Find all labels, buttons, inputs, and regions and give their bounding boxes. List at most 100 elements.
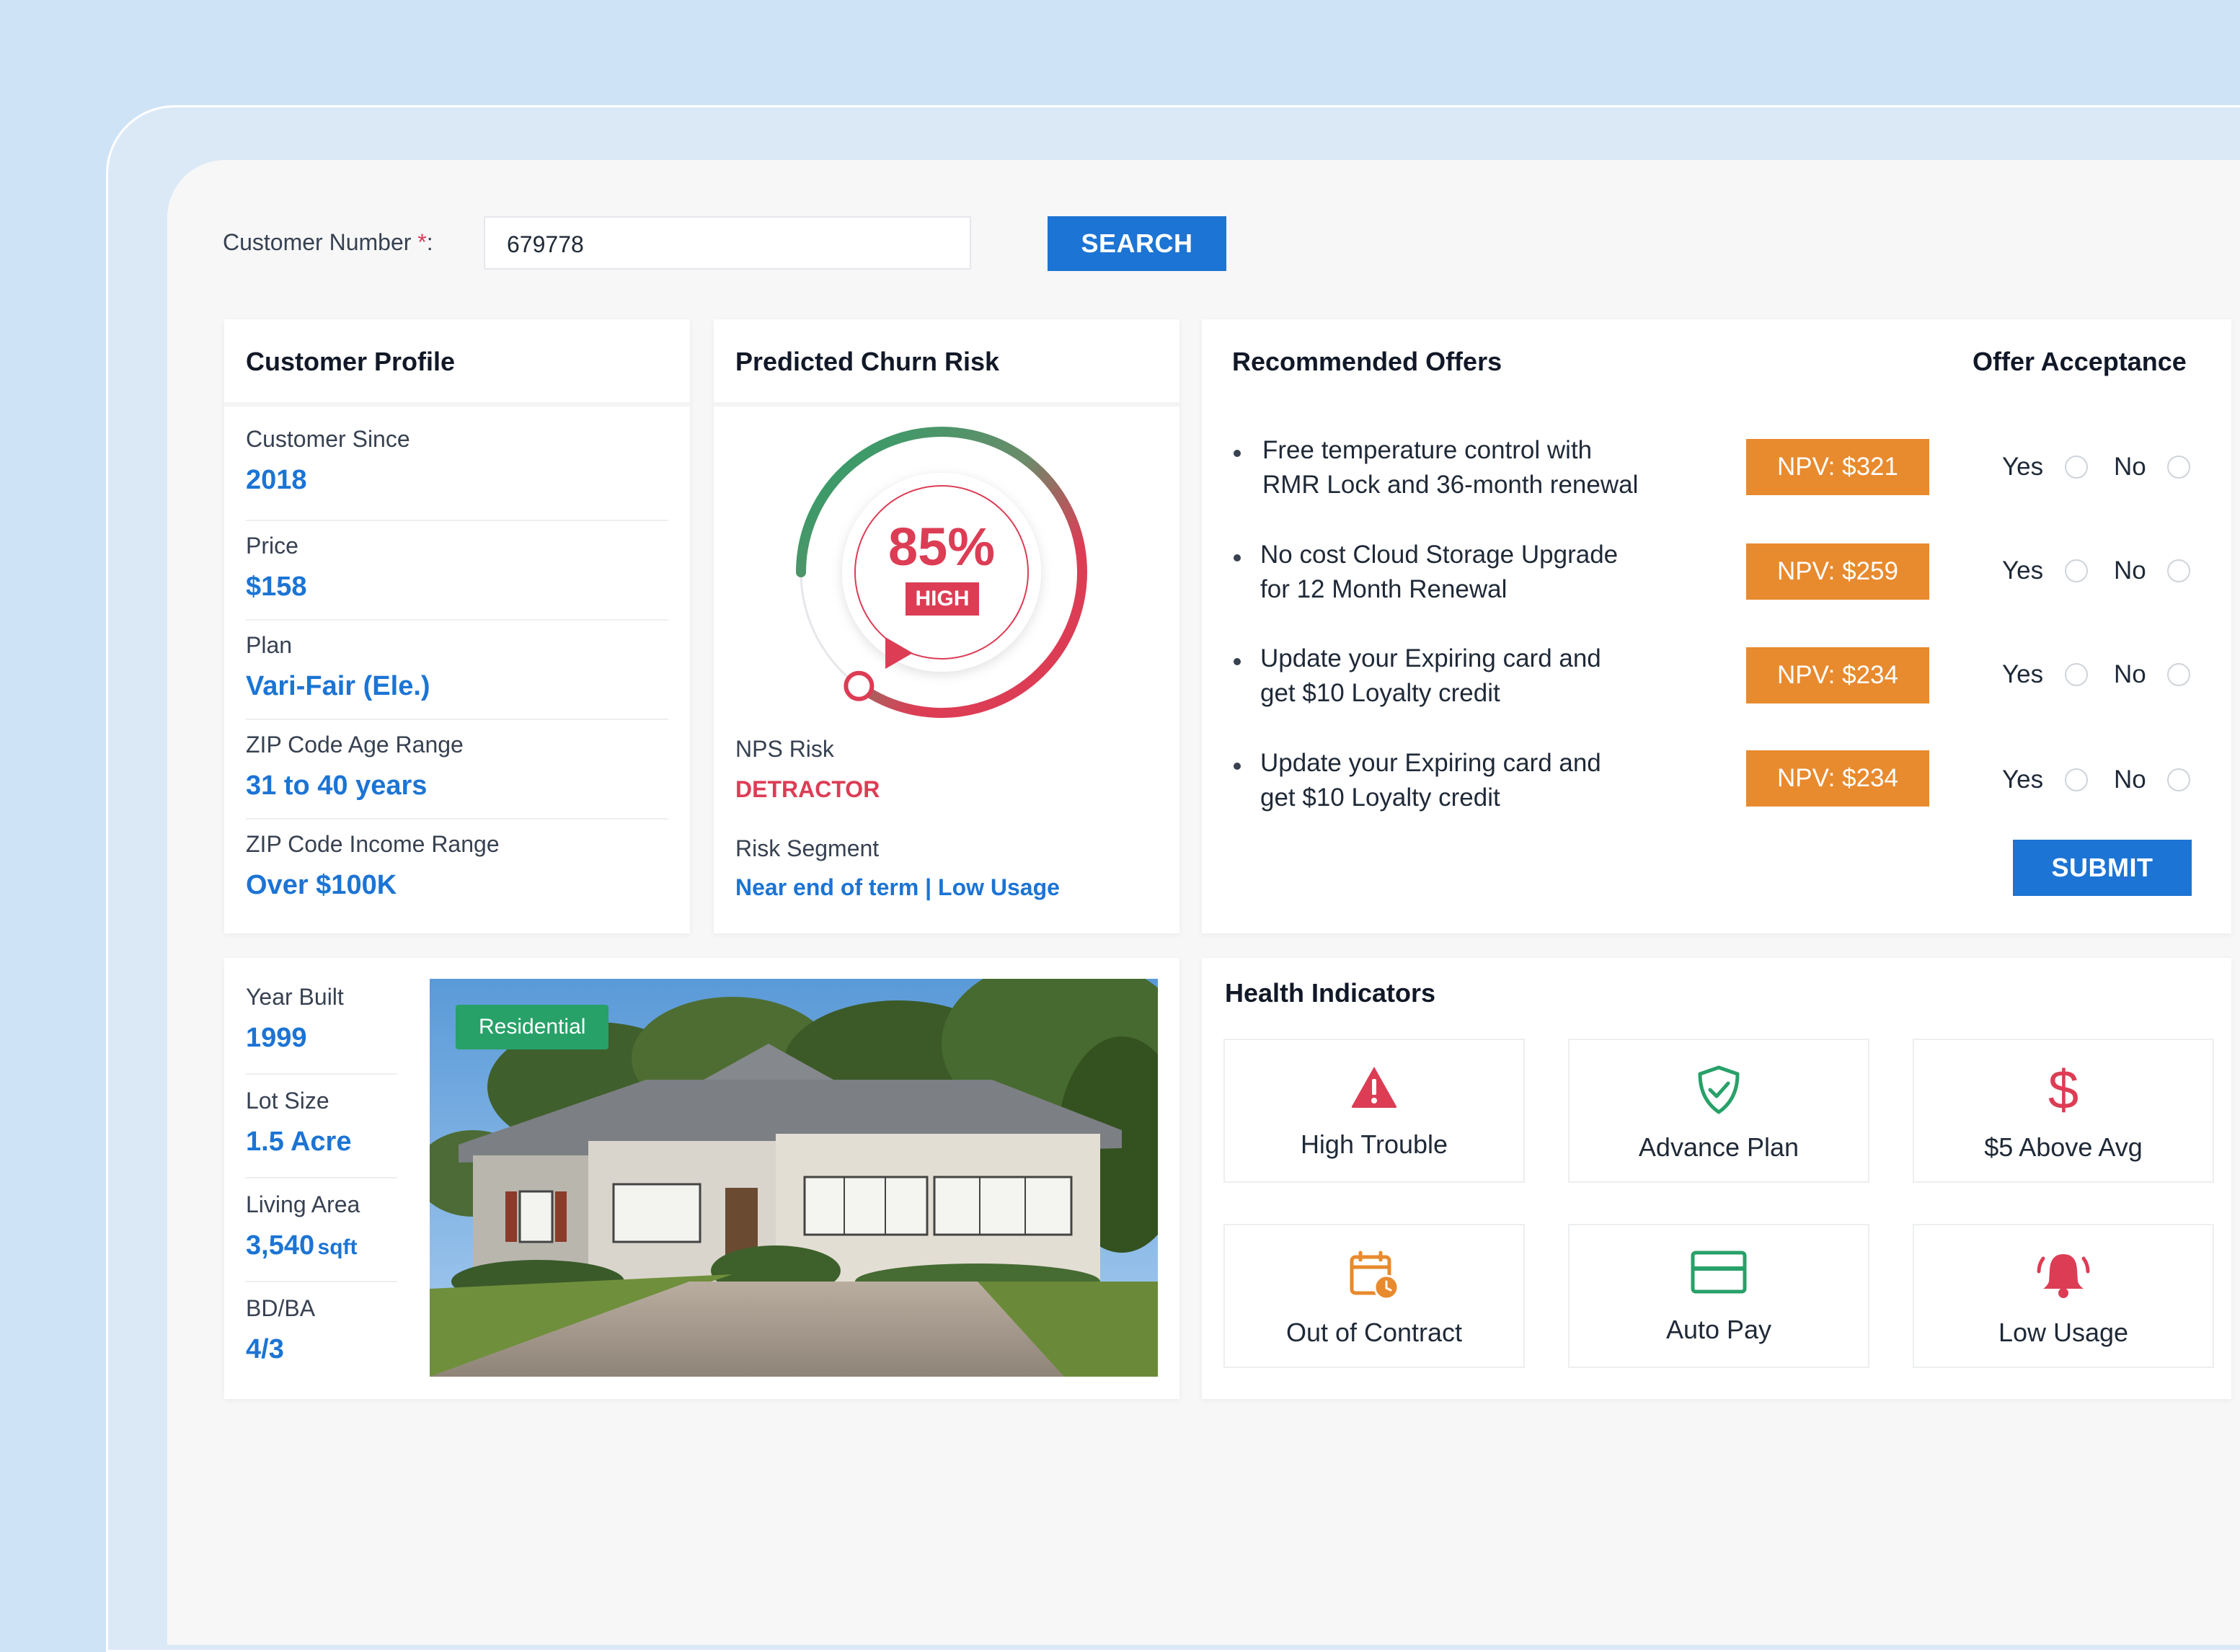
nps-risk-value: DETRACTOR — [735, 776, 880, 802]
offer-description: Free temperature control with RMR Lock a… — [1262, 436, 1639, 499]
offer-yes-radio[interactable] — [2065, 768, 2088, 791]
indicator-advance-plan: Advance Plan — [1568, 1039, 1869, 1183]
offer-no-radio[interactable] — [2167, 663, 2190, 686]
divider — [246, 1177, 397, 1178]
bullet — [1234, 554, 1241, 561]
house-photo: Residential — [430, 979, 1158, 1377]
divider — [246, 520, 668, 521]
health-indicators-card: Health Indicators High Trouble Advance P… — [1202, 958, 2231, 1399]
field-value: Over $100K — [246, 870, 397, 900]
required-mark: * — [417, 229, 427, 255]
offer-yes-radio[interactable] — [2065, 663, 2088, 686]
churn-risk-title: Predicted Churn Risk — [735, 347, 1000, 376]
field-label: ZIP Code Age Range — [246, 732, 464, 758]
title-divider — [714, 402, 1179, 407]
indicator-low-usage: Low Usage — [1913, 1224, 2214, 1368]
field-value: Vari-Fair (Ele.) — [246, 671, 430, 701]
residential-badge: Residential — [456, 1005, 609, 1049]
divider — [246, 818, 668, 820]
yes-label: Yes — [2002, 556, 2044, 585]
bullet — [1234, 450, 1241, 457]
indicator-above-avg: $ $5 Above Avg — [1913, 1039, 2214, 1183]
indicator-label: Low Usage — [1998, 1318, 2129, 1347]
property-card: Year Built 1999 Lot Size 1.5 Acre Living… — [224, 958, 1179, 1399]
no-label: No — [2114, 660, 2146, 688]
field-value: $158 — [246, 572, 307, 602]
calendar-clock-icon — [1350, 1251, 1399, 1300]
bell-icon — [2037, 1254, 2090, 1298]
risk-segment-value: Near end of term | Low Usage — [735, 874, 1060, 900]
nps-risk-label: NPS Risk — [735, 736, 834, 762]
no-label: No — [2114, 556, 2146, 585]
field-value: 1.5 Acre — [246, 1127, 352, 1157]
customer-profile-card: Customer Profile Customer Since 2018 Pri… — [224, 319, 690, 933]
field-label: ZIP Code Income Range — [246, 831, 500, 857]
indicator-label: Out of Contract — [1285, 1318, 1463, 1347]
offer-no-radio[interactable] — [2167, 768, 2190, 791]
yes-label: Yes — [2002, 765, 2044, 794]
customer-number-input[interactable]: 679778 — [484, 216, 971, 270]
npv-badge: NPV: $234 — [1746, 750, 1929, 807]
npv-badge: NPV: $321 — [1746, 439, 1929, 495]
submit-button[interactable]: SUBMIT — [2013, 840, 2192, 896]
divider — [246, 1281, 397, 1282]
customer-number-value: 679778 — [507, 231, 584, 257]
field-label: Year Built — [246, 984, 344, 1010]
credit-card-icon — [1691, 1251, 1747, 1294]
indicator-label: $5 Above Avg — [1984, 1132, 2143, 1162]
search-button[interactable]: SEARCH — [1048, 216, 1226, 271]
recommended-offers-title: Recommended Offers — [1232, 347, 1502, 376]
yes-label: Yes — [2002, 453, 2044, 481]
field-label: Plan — [246, 632, 293, 658]
dollar-icon: $ — [2048, 1060, 2079, 1121]
shield-check-icon — [1698, 1065, 1740, 1114]
indicator-label: Auto Pay — [1665, 1315, 1772, 1344]
indicator-label: Advance Plan — [1638, 1132, 1799, 1162]
bullet — [1234, 763, 1241, 770]
offer-no-radio[interactable] — [2167, 559, 2190, 582]
yes-label: Yes — [2002, 660, 2044, 688]
offer-description: Update your Expiring card and get $10 Lo… — [1260, 644, 1601, 707]
field-value: 1999 — [246, 1023, 307, 1053]
bullet — [1234, 658, 1241, 665]
indicator-high-trouble: High Trouble — [1223, 1039, 1525, 1183]
warning-triangle-icon — [1351, 1067, 1397, 1108]
indicator-label: High Trouble — [1300, 1129, 1448, 1159]
divider — [246, 1073, 397, 1075]
offer-description: No cost Cloud Storage Upgrade for 12 Mon… — [1260, 541, 1619, 603]
churn-level-badge: HIGH — [906, 582, 979, 616]
field-label: Living Area — [246, 1191, 360, 1217]
divider — [246, 719, 668, 720]
offer-no-radio[interactable] — [2167, 456, 2190, 479]
field-value: 2018 — [246, 465, 307, 495]
churn-percent: 85% — [887, 517, 996, 577]
offer-yes-radio[interactable] — [2065, 559, 2088, 582]
npv-badge: NPV: $234 — [1746, 647, 1929, 703]
field-label: Customer Since — [246, 426, 410, 452]
title-divider — [224, 402, 690, 407]
risk-segment-label: Risk Segment — [735, 835, 880, 861]
health-indicators-title: Health Indicators — [1225, 978, 1436, 1008]
no-label: No — [2114, 765, 2146, 794]
no-label: No — [2114, 453, 2146, 481]
indicator-auto-pay: Auto Pay — [1568, 1224, 1869, 1368]
field-value: 31 to 40 years — [246, 771, 428, 801]
recommended-offers-card: Recommended Offers Offer Acceptance Free… — [1202, 319, 2231, 933]
divider — [246, 619, 668, 621]
offer-description: Update your Expiring card and get $10 Lo… — [1260, 749, 1601, 812]
churn-risk-card: Predicted Churn Risk 85% HIGH NPS Risk D… — [714, 319, 1179, 933]
field-label: BD/BA — [246, 1295, 316, 1321]
offer-yes-radio[interactable] — [2065, 456, 2088, 479]
unit: sqft — [317, 1235, 358, 1259]
customer-number-label: Customer Number *: — [223, 229, 433, 255]
churn-gauge: 85% HIGH — [790, 421, 1093, 724]
offer-acceptance-title: Offer Acceptance — [1973, 347, 2187, 376]
field-label: Lot Size — [246, 1088, 329, 1114]
field-label: Price — [246, 533, 298, 559]
gauge-end-knob — [844, 670, 875, 701]
npv-badge: NPV: $259 — [1746, 543, 1929, 600]
field-value: 3,540 sqft — [246, 1230, 358, 1261]
customer-profile-title: Customer Profile — [246, 347, 456, 376]
indicator-out-of-contract: Out of Contract — [1223, 1224, 1525, 1368]
field-value: 4/3 — [246, 1334, 284, 1364]
